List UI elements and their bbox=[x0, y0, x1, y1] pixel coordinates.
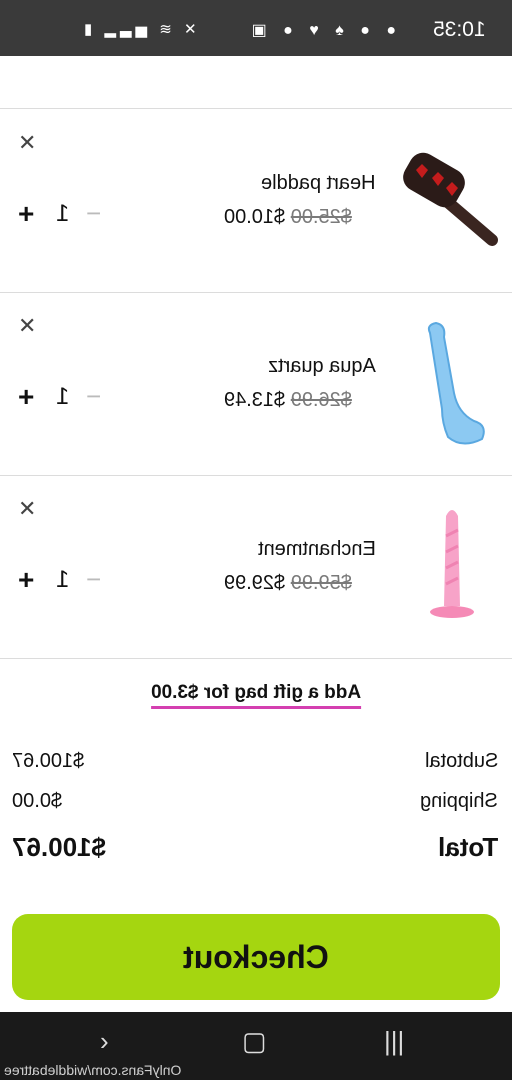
watermark-text: OnlyFans.com/widdlebattree bbox=[4, 1062, 182, 1078]
add-gift-bag-link[interactable]: Add a gift bag for $3.00 bbox=[0, 682, 512, 709]
status-time: 10:35 bbox=[433, 18, 486, 41]
checkout-label: Checkout bbox=[183, 938, 329, 975]
home-button[interactable]: ▢ bbox=[242, 1026, 267, 1057]
item-prices: $26.99 $13.49 bbox=[224, 389, 376, 412]
item-sale-price: $13.49 bbox=[224, 389, 286, 411]
recent-apps-button[interactable]: ||| bbox=[384, 1026, 404, 1057]
product-image-heart-paddle bbox=[403, 152, 498, 246]
item-original-price: $26.99 bbox=[290, 389, 352, 411]
total-label: Total bbox=[437, 832, 498, 862]
item-original-price: $25.00 bbox=[290, 206, 352, 228]
heart-icon: ♥ bbox=[309, 22, 325, 39]
cart-item: ✕ Aqua quartz $26.99 $13.49 + 1 − bbox=[0, 293, 512, 476]
app-icon: ● bbox=[283, 22, 299, 39]
item-name: Aqua quartz bbox=[268, 355, 376, 377]
item-sale-price: $29.99 bbox=[224, 572, 286, 594]
item-prices: $25.00 $10.00 bbox=[224, 206, 376, 229]
shipping-value: $0.00 bbox=[12, 790, 63, 812]
battery-icon: ▮ bbox=[84, 21, 97, 38]
notification-icons: ▣ ● ♥ ♠ ● ● bbox=[252, 20, 402, 40]
item-prices: $59.99 $29.99 bbox=[224, 572, 376, 595]
item-sale-price: $10.00 bbox=[224, 206, 286, 228]
image-icon: ▣ bbox=[251, 22, 273, 39]
decrease-quantity-button[interactable]: − bbox=[86, 564, 101, 595]
decrease-quantity-button[interactable]: − bbox=[86, 198, 101, 229]
app-icon: ● bbox=[386, 22, 402, 39]
shipping-label: Shipping bbox=[420, 790, 498, 812]
checkout-button[interactable]: Checkout bbox=[12, 914, 500, 1000]
subtotal-value: $100.67 bbox=[12, 750, 85, 772]
product-image-enchantment bbox=[430, 510, 474, 618]
item-original-price: $59.99 bbox=[290, 572, 352, 594]
subtotal-label: Subtotal bbox=[424, 750, 498, 772]
item-name: Enchantment bbox=[258, 538, 376, 560]
cart-item: ✕ Enchantment $59.99 $29.99 + 1 − bbox=[0, 476, 512, 659]
mute-icon: ✕ bbox=[183, 21, 201, 38]
system-status-icons: ▮ ▂▃▅ ≋ ✕ bbox=[84, 20, 201, 38]
item-quantity: 1 bbox=[56, 383, 70, 410]
decrease-quantity-button[interactable]: − bbox=[86, 381, 101, 412]
wifi-icon: ≋ bbox=[159, 21, 176, 38]
total-value: $100.67 bbox=[12, 832, 106, 862]
item-name: Heart paddle bbox=[261, 172, 376, 194]
remove-item-button[interactable]: ✕ bbox=[18, 130, 36, 156]
increase-quantity-button[interactable]: + bbox=[18, 381, 34, 413]
back-button[interactable]: › bbox=[100, 1026, 109, 1057]
product-image-aqua-quartz bbox=[427, 321, 485, 445]
remove-item-button[interactable]: ✕ bbox=[18, 496, 36, 522]
signal-icon: ▂▃▅ bbox=[104, 21, 152, 38]
increase-quantity-button[interactable]: + bbox=[18, 564, 34, 596]
increase-quantity-button[interactable]: + bbox=[18, 198, 34, 230]
divider bbox=[0, 108, 512, 109]
item-quantity: 1 bbox=[56, 566, 70, 593]
navigation-bar: › ▢ ||| OnlyFans.com/widdlebattree bbox=[0, 1012, 512, 1080]
item-quantity: 1 bbox=[56, 200, 70, 227]
status-bar: ▮ ▂▃▅ ≋ ✕ ▣ ● ♥ ♠ ● ● 10:35 bbox=[0, 0, 512, 56]
remove-item-button[interactable]: ✕ bbox=[18, 313, 36, 339]
snapchat-icon: ♠ bbox=[335, 22, 350, 39]
cart-item: ✕ Heart paddle $25.00 $10.00 + 1 − bbox=[0, 110, 512, 293]
app-icon: ● bbox=[360, 22, 376, 39]
